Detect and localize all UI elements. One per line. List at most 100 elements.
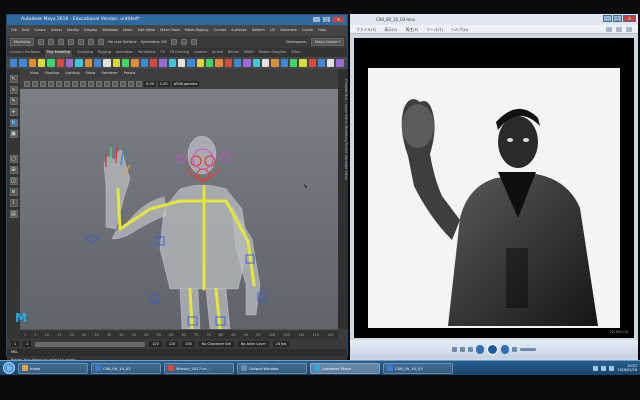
shelf-tool-icon[interactable] xyxy=(47,59,55,67)
shelf-tool-icon[interactable] xyxy=(56,59,64,67)
shelf-tab-rigging[interactable]: Rigging xyxy=(98,50,111,57)
network-icon[interactable] xyxy=(593,365,599,371)
range-end-field[interactable]: 120 xyxy=(165,341,179,347)
menu-windows[interactable]: Windows xyxy=(102,28,118,36)
taskbar-button[interactable]: Winscp_2017.m... xyxy=(164,362,234,374)
camera-attributes-icon[interactable] xyxy=(24,80,30,87)
volume-slider[interactable] xyxy=(520,347,536,351)
resolution-gate-icon[interactable] xyxy=(64,80,70,87)
menu-create[interactable]: Create xyxy=(34,28,46,36)
shelf-tool-icon[interactable] xyxy=(308,59,316,67)
player-minimize-button[interactable]: – xyxy=(603,15,612,22)
snap-grid-icon[interactable] xyxy=(78,39,85,45)
lasso-tool-icon[interactable]: ∿ xyxy=(9,86,18,94)
player-menu-item[interactable]: ファイル(F) xyxy=(356,27,376,32)
isolate-select-icon[interactable] xyxy=(136,80,142,87)
image-plane-icon[interactable] xyxy=(40,80,46,87)
shelf-tool-icon[interactable] xyxy=(224,59,232,67)
taskbar-button[interactable]: Inbox xyxy=(18,362,88,374)
shelf-tool-icon[interactable] xyxy=(149,59,158,67)
menu-generate[interactable]: Generate xyxy=(280,28,297,36)
shelf-tab-curves-surfaces[interactable]: Curves / Surfaces xyxy=(10,50,40,57)
shelf-tool-icon[interactable] xyxy=(131,59,139,67)
panel-menu-view[interactable]: View xyxy=(30,71,39,76)
shelf-tool-icon[interactable] xyxy=(327,59,335,67)
start-button[interactable] xyxy=(3,362,15,374)
shelf-tool-icon[interactable] xyxy=(243,59,251,67)
perspective-viewport[interactable] xyxy=(20,89,338,329)
mode-dropdown[interactable]: Modeling xyxy=(10,38,35,46)
open-scene-icon[interactable] xyxy=(48,39,55,45)
use-all-lights-icon[interactable] xyxy=(96,80,102,87)
fullscreen-icon[interactable] xyxy=(626,27,632,32)
render-icon[interactable] xyxy=(180,39,187,45)
menu-surfaces[interactable]: Surfaces xyxy=(231,28,247,36)
shelf-tool-icon[interactable] xyxy=(65,59,74,67)
menu-edit[interactable]: Edit xyxy=(22,28,29,36)
panel-menu-lighting[interactable]: Lighting xyxy=(65,71,80,76)
smooth-shade-icon[interactable] xyxy=(80,80,86,87)
textured-icon[interactable] xyxy=(88,80,94,87)
graph-layout-icon[interactable]: ⌇ xyxy=(9,199,18,207)
two-view-layout-icon[interactable]: ◫ xyxy=(9,177,18,185)
xray-icon[interactable] xyxy=(120,80,126,87)
taskbar-button[interactable]: C08_09_10_03 xyxy=(383,362,453,374)
rotate-tool-icon[interactable]: ↻ xyxy=(9,119,18,127)
player-menu-item[interactable]: ヘルプ(H) xyxy=(451,27,468,32)
maya-window[interactable]: Autodesk Maya 2016 - Educational Version… xyxy=(6,14,348,364)
shelf-tab-poly-modeling[interactable]: Poly Modeling xyxy=(44,50,73,57)
player-menu-item[interactable]: 表示(V) xyxy=(384,27,397,32)
menu-mesh[interactable]: Mesh xyxy=(123,28,132,36)
close-button[interactable]: ✕ xyxy=(332,16,345,23)
save-scene-icon[interactable] xyxy=(58,39,65,45)
shelf-tool-icon[interactable] xyxy=(280,59,288,67)
film-gate-icon[interactable] xyxy=(56,80,62,87)
outliner-layout-icon[interactable]: ≡ xyxy=(9,188,18,196)
menu-edit-mesh[interactable]: Edit Mesh xyxy=(138,28,156,36)
workspace-dropdown[interactable]: Maya Classic* xyxy=(310,38,344,46)
shelf-tool-icon[interactable] xyxy=(205,59,214,67)
menu-select[interactable]: Select xyxy=(51,28,62,36)
bookmarks-icon[interactable] xyxy=(32,80,38,87)
menu-modify[interactable]: Modify xyxy=(67,28,79,36)
character-set-dropdown[interactable]: No Character Set xyxy=(198,341,234,347)
repeat-icon[interactable] xyxy=(460,346,465,352)
snap-curve-icon[interactable] xyxy=(88,39,95,45)
menu-file[interactable]: File xyxy=(11,28,17,36)
shelf-tab-mash[interactable]: MASH xyxy=(244,50,254,57)
shelf-tool-icon[interactable] xyxy=(271,59,279,67)
gamma-field[interactable]: 1.00 xyxy=(157,80,170,87)
taskbar-button[interactable]: C08_09_10_02 xyxy=(91,362,161,374)
xray-joints-icon[interactable] xyxy=(128,80,134,87)
stop-icon[interactable] xyxy=(468,346,473,352)
menu-cache[interactable]: Cache xyxy=(302,28,313,36)
panel-menu-panels[interactable]: Panels xyxy=(124,71,136,76)
command-line[interactable]: MEL xyxy=(7,349,347,356)
shelf-tool-icon[interactable] xyxy=(261,59,270,67)
anim-layer-dropdown[interactable]: No Anim Layer xyxy=(237,341,269,347)
video-area[interactable]: C08_09_10.C0010_com 2016/01/18 xyxy=(354,38,634,347)
select-tool-icon[interactable]: ↖ xyxy=(9,75,18,83)
menu-curves[interactable]: Curves xyxy=(214,28,226,36)
maximize-button[interactable]: □ xyxy=(322,16,331,23)
shelf-tool-icon[interactable] xyxy=(159,59,167,67)
panel-menu-show[interactable]: Show xyxy=(86,71,96,76)
paint-select-icon[interactable]: ✎ xyxy=(9,97,18,105)
mute-icon[interactable] xyxy=(512,346,517,352)
next-button[interactable] xyxy=(501,344,509,354)
player-menu-item[interactable]: ツール(T) xyxy=(426,27,443,32)
shelf-tool-icon[interactable] xyxy=(112,59,120,67)
menu-mesh-display[interactable]: Mesh Display xyxy=(185,28,209,36)
four-view-layout-icon[interactable]: ⊞ xyxy=(9,166,18,174)
shelf-tool-icon[interactable] xyxy=(187,59,195,67)
shelf-tool-icon[interactable] xyxy=(103,59,111,67)
shelf-tool-icon[interactable] xyxy=(196,59,204,67)
clock[interactable]: 10:57 2016/01/18 xyxy=(617,364,637,373)
grid-toggle-icon[interactable] xyxy=(48,80,54,87)
symmetry-label[interactable]: Symmetry: Off xyxy=(141,40,167,44)
skin-icon[interactable] xyxy=(616,27,622,32)
other-layout-icon[interactable]: ▤ xyxy=(9,210,18,218)
panel-menu-renderer[interactable]: Renderer xyxy=(101,71,117,76)
player-close-button[interactable]: ✕ xyxy=(623,15,636,22)
shelf-tool-icon[interactable] xyxy=(336,59,344,67)
